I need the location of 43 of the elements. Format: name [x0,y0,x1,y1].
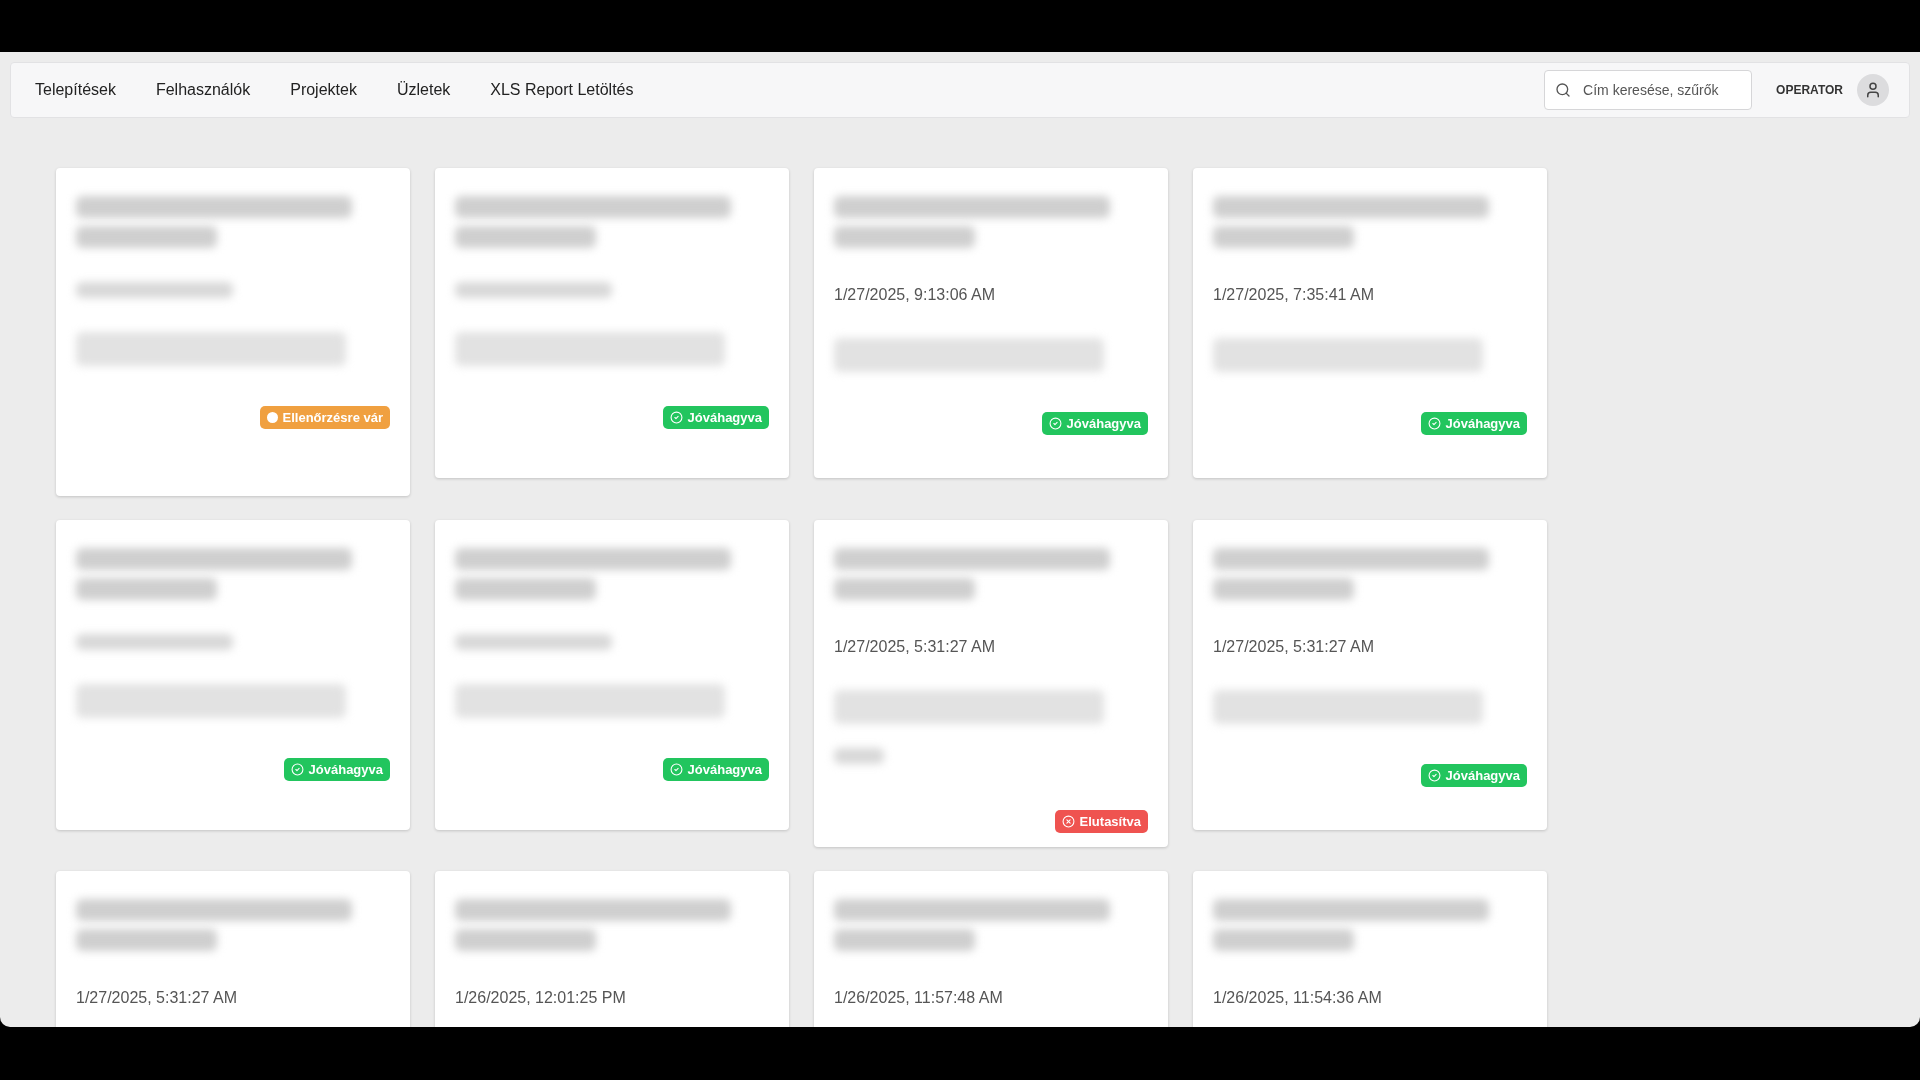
search-icon [1555,82,1572,98]
status-badge: Jóváhagyva [1041,412,1148,435]
installation-card[interactable]: 1/26/2025, 11:57:48 AM [814,871,1168,1027]
user-avatar-button[interactable] [1857,74,1889,106]
check-circle-icon [1048,417,1062,430]
nav-link[interactable]: XLS Report Letöltés [490,81,634,99]
card-date: 1/27/2025, 5:31:27 AM [76,989,238,1007]
status-badge: Ellenőrzésre vár [259,406,390,429]
installation-card[interactable]: 1/27/2025, 5:31:27 AM [56,871,410,1027]
search-bar[interactable]: Cím keresése, szűrők [1544,70,1753,110]
card-date: 1/26/2025, 12:01:25 PM [455,989,627,1007]
card-date: 1/26/2025, 11:57:48 AM [834,989,1004,1007]
check-circle-icon [290,763,304,776]
card-date: 1/26/2025, 11:54:36 AM [1213,989,1383,1007]
installation-card[interactable]: 1/26/2025, 12:01:25 PM [435,871,789,1027]
check-circle-icon [669,411,683,424]
x-circle-icon [1061,815,1075,828]
check-circle-icon [1427,417,1441,430]
status-dot-icon [266,412,278,423]
search-field[interactable]: Cím keresése, szűrők [1581,81,1736,99]
nav-link[interactable]: Projektek [290,81,357,99]
check-circle-icon [1427,769,1441,782]
installation-card[interactable]: 1/27/2025, 5:31:27 AM Elutasítva [814,520,1168,847]
user-role: OPERATOR [1776,83,1843,97]
status-badge: Jóváhagyva [1420,764,1527,787]
installation-card[interactable]: 1/27/2025, 5:31:27 AM Jóváhagyva [1193,520,1547,830]
card-date: 1/27/2025, 7:35:41 AM [1213,286,1375,304]
status-badge: Jóváhagyva [1420,412,1527,435]
user-icon [1864,81,1882,99]
card-date: 1/27/2025, 5:31:27 AM [1213,638,1375,656]
card-date: 1/27/2025, 5:31:27 AM [834,638,996,656]
check-circle-icon [669,763,683,776]
installation-card[interactable]: 1/27/2025, 7:35:41 AM Jóváhagyva [1193,168,1547,478]
nav-link[interactable]: Telepítések [35,81,116,99]
status-badge: Jóváhagyva [662,758,769,781]
installation-card[interactable]: 1/26/2025, 11:54:36 AM [1193,871,1547,1027]
nav-link[interactable]: Felhasználók [155,81,251,99]
status-badge: Elutasítva [1054,810,1148,833]
status-badge: Jóváhagyva [283,758,390,781]
status-badge: Jóváhagyva [662,406,769,429]
nav-link[interactable]: Üzletek [396,81,451,99]
card-date: 1/27/2025, 9:13:06 AM [834,286,996,304]
installation-card[interactable]: 1/27/2025, 9:13:06 AM Jóváhagyva [814,168,1168,478]
